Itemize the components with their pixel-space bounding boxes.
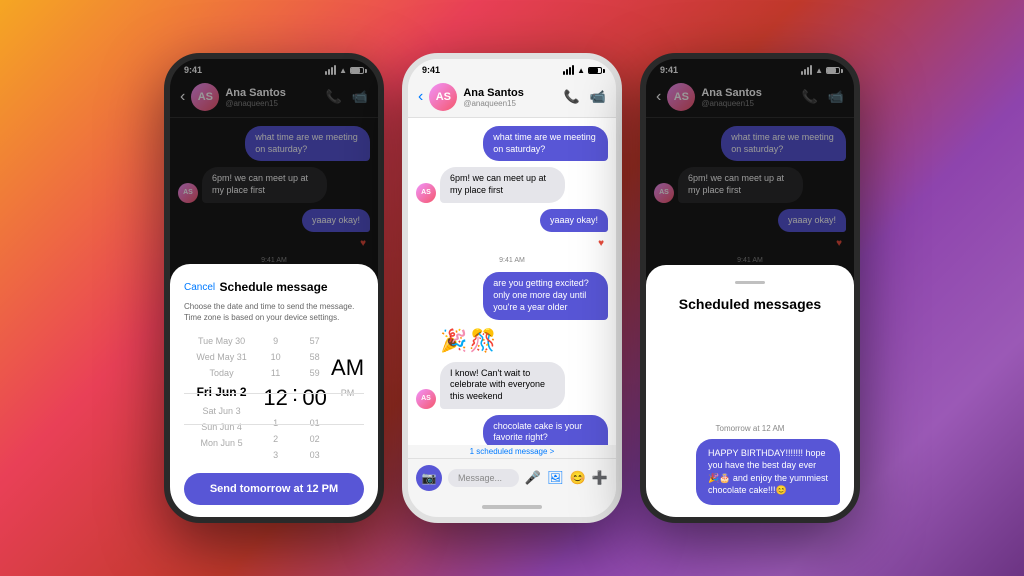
picker-ampm-col[interactable]: AM PM — [331, 333, 364, 463]
picker-hour-5: 2 — [259, 431, 292, 447]
input-icons-2: 🎤 🖼 😊 ➕ — [525, 470, 608, 486]
picker-min-selected: 00 — [298, 381, 331, 415]
phone-2: 9:41 ▲ ‹ AS Ana Santos @anaqueen15 — [402, 53, 622, 523]
camera-button-2[interactable]: 📷 — [416, 465, 442, 491]
mic-icon[interactable]: 🎤 — [525, 470, 541, 486]
emoji-1: 🎉 — [440, 328, 467, 354]
msg-bubble-2-sent-4: chocolate cake is your favorite right? — [483, 415, 608, 445]
picker-hour-1: 10 — [259, 349, 292, 365]
cancel-button[interactable]: Cancel — [184, 282, 215, 293]
picker-min-col[interactable]: 57 58 59 00 01 02 03 — [298, 333, 331, 463]
picker-hour-col[interactable]: 9 10 11 12 1 2 3 — [259, 333, 292, 463]
video-icon-2[interactable]: 📹 — [590, 89, 606, 105]
contact-username-2: @anaqueen15 — [463, 99, 557, 108]
picker-date-selected: Fri Jun 2 — [184, 381, 259, 403]
picker-date-5: Sun Jun 4 — [184, 419, 259, 435]
msg-row-2-recv-2: AS I know! Can't wait to celebrate with … — [416, 362, 608, 409]
modal-subtitle: Choose the date and time to send the mes… — [184, 302, 364, 323]
bottom-pill-2 — [408, 497, 616, 517]
battery-2 — [588, 67, 602, 74]
msg-bubble-2-recv-2: I know! Can't wait to celebrate with eve… — [440, 362, 565, 409]
emoji-2: 🎊 — [469, 328, 496, 354]
signal-2 — [563, 65, 574, 75]
bar1-2 — [563, 71, 565, 75]
picker-ampm-selected: AM — [331, 351, 364, 385]
picker-hour-0: 9 — [259, 333, 292, 349]
time-picker-container: Tue May 30 Wed May 31 Today Fri Jun 2 Sa… — [184, 333, 364, 473]
picker-min-6: 03 — [298, 447, 331, 463]
msg-avatar-2-2: AS — [416, 389, 436, 409]
wifi-2: ▲ — [577, 66, 585, 75]
msg-row-2-recv-1: AS 6pm! we can meet up at my place first — [416, 167, 608, 202]
bar2-2 — [566, 69, 568, 75]
status-icons-2: ▲ — [563, 65, 602, 75]
scheduled-msg-bubble: HAPPY BIRTHDAY!!!!!!! hope you have the … — [696, 439, 840, 505]
send-scheduled-button[interactable]: Send tomorrow at 12 PM — [184, 473, 364, 505]
picker-date-0: Tue May 30 — [184, 333, 259, 349]
header-actions-2: 📞 📹 — [564, 89, 606, 105]
modal-title: Schedule message — [220, 280, 328, 294]
heart-2: ♥ — [416, 238, 604, 249]
schedule-modal: Cancel Schedule message Choose the date … — [170, 264, 378, 517]
emoji-icon[interactable]: 😊 — [570, 470, 586, 486]
scheduled-msg-container: Tomorrow at 12 AM HAPPY BIRTHDAY!!!!!!! … — [660, 424, 840, 505]
picker-hour-2: 11 — [259, 365, 292, 381]
contact-name-2: Ana Santos — [463, 87, 557, 99]
scheduled-msg-row: HAPPY BIRTHDAY!!!!!!! hope you have the … — [660, 439, 840, 505]
emoji-row-2: 🎉 🎊 — [440, 328, 608, 354]
photo-icon[interactable]: 🖼 — [547, 470, 564, 486]
picker-date-col[interactable]: Tue May 30 Wed May 31 Today Fri Jun 2 Sa… — [184, 333, 259, 463]
timestamp-2: 9:41 AM — [416, 257, 608, 264]
add-icon[interactable]: ➕ — [592, 470, 608, 486]
picker-hour-6: 3 — [259, 447, 292, 463]
message-input-2[interactable]: Message... — [448, 469, 519, 487]
picker-hour-4: 1 — [259, 415, 292, 431]
home-indicator-2 — [482, 505, 542, 509]
msg-bubble-2-sent-1: what time are we meeting on saturday? — [483, 126, 608, 161]
msg-row-2-sent-4: chocolate cake is your favorite right? — [416, 415, 608, 445]
msg-row-2-sent-1: what time are we meeting on saturday? — [416, 126, 608, 161]
phone-1: 9:41 ▲ ‹ AS Ana Santos @anaqueen15 — [164, 53, 384, 523]
msg-input-row-2: 📷 Message... 🎤 🖼 😊 ➕ — [408, 458, 616, 497]
scheduled-msg-time: Tomorrow at 12 AM — [660, 424, 840, 433]
header-info-2: Ana Santos @anaqueen15 — [463, 87, 557, 108]
bar4-2 — [572, 65, 574, 75]
msg-bubble-2-recv-1: 6pm! we can meet up at my place first — [440, 167, 565, 202]
msg-row-2-sent-3: are you getting excited? only one more d… — [416, 272, 608, 319]
status-bar-2: 9:41 ▲ — [408, 59, 616, 77]
scheduled-panel: Scheduled messages Tomorrow at 12 AM HAP… — [646, 265, 854, 517]
msg-row-2-sent-2: yaaay okay! — [416, 209, 608, 233]
picker-min-1: 58 — [298, 349, 331, 365]
panel-handle — [735, 281, 765, 284]
picker-ampm-6 — [331, 407, 364, 413]
msg-bubble-2-sent-3: are you getting excited? only one more d… — [483, 272, 608, 319]
panel-title: Scheduled messages — [660, 296, 840, 312]
msg-avatar-2-1: AS — [416, 183, 436, 203]
picker-date-6: Mon Jun 5 — [184, 435, 259, 451]
msg-bubble-2-sent-2: yaaay okay! — [540, 209, 608, 233]
picker-min-5: 02 — [298, 431, 331, 447]
back-button-2[interactable]: ‹ — [418, 88, 423, 106]
picker-date-2: Today — [184, 365, 259, 381]
chat-header-2: ‹ AS Ana Santos @anaqueen15 📞 📹 — [408, 77, 616, 118]
scheduled-banner[interactable]: 1 scheduled message > — [408, 445, 616, 458]
call-icon-2[interactable]: 📞 — [564, 89, 580, 105]
phone-3: 9:41 ▲ ‹ AS Ana Santos @anaqueen15 — [640, 53, 860, 523]
picker-ampm-4: PM — [331, 385, 364, 401]
picker-hour-selected: 12 — [259, 381, 292, 415]
time-picker: Tue May 30 Wed May 31 Today Fri Jun 2 Sa… — [184, 333, 364, 463]
picker-min-2: 59 — [298, 365, 331, 381]
bar3-2 — [569, 67, 571, 75]
picker-min-4: 01 — [298, 415, 331, 431]
modal-header: Cancel Schedule message — [184, 280, 364, 294]
time-2: 9:41 — [422, 65, 440, 75]
picker-min-0: 57 — [298, 333, 331, 349]
avatar-2: AS — [429, 83, 457, 111]
picker-date-4: Sat Jun 3 — [184, 403, 259, 419]
messages-2: what time are we meeting on saturday? AS… — [408, 118, 616, 445]
picker-date-1: Wed May 31 — [184, 349, 259, 365]
